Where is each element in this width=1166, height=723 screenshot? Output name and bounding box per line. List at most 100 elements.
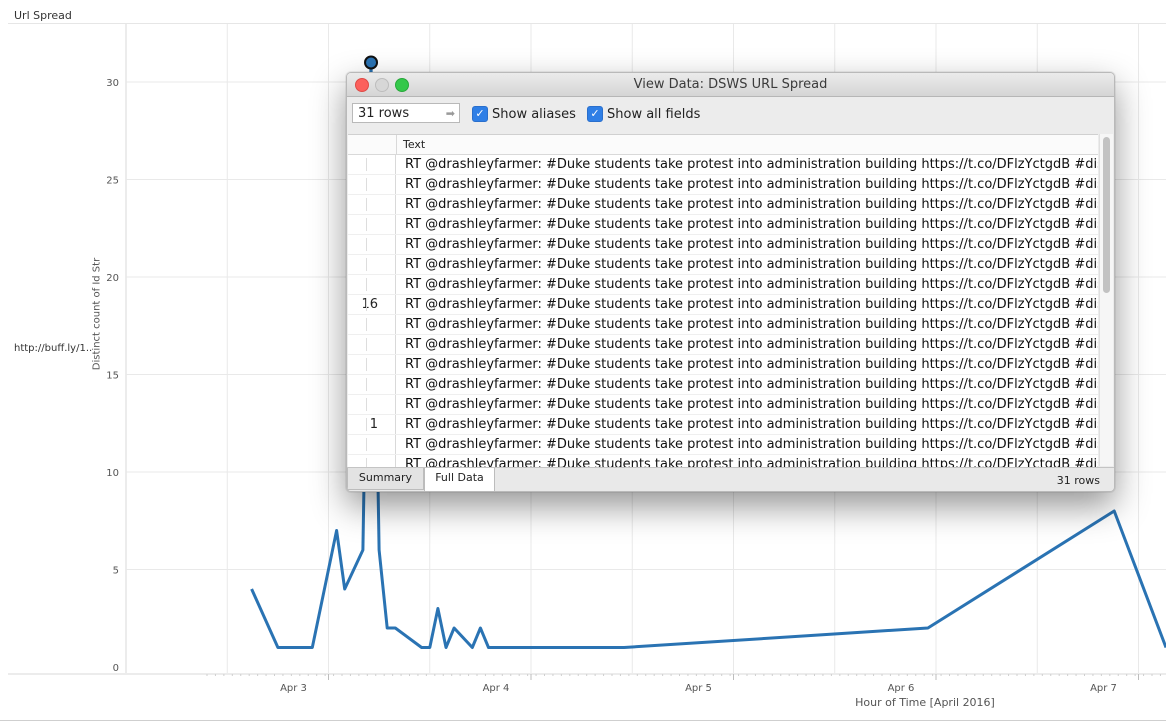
data-point[interactable]: [393, 626, 397, 630]
table-row[interactable]: RT @drashleyfarmer: #Duke students take …: [348, 375, 1098, 395]
data-table[interactable]: Text RT @drashleyfarmer: #Duke students …: [348, 134, 1098, 467]
text-cell: RT @drashleyfarmer: #Duke students take …: [405, 377, 1098, 392]
data-point[interactable]: [486, 646, 490, 650]
arrow-right-icon[interactable]: ➡: [446, 104, 455, 124]
table-header: Text: [348, 135, 1098, 155]
text-cell: RT @drashleyfarmer: #Duke students take …: [405, 437, 1098, 452]
show-all-fields-checkbox[interactable]: ✓ Show all fields: [587, 105, 700, 123]
table-body: RT @drashleyfarmer: #Duke students take …: [348, 155, 1098, 467]
data-point[interactable]: [622, 646, 626, 650]
row-number-cell: 16: [348, 295, 396, 314]
data-point[interactable]: [377, 548, 381, 552]
data-point[interactable]: [343, 587, 347, 591]
vertical-scrollbar-thumb[interactable]: [1103, 137, 1110, 293]
row-number-cell: [348, 335, 396, 354]
table-row[interactable]: RT @drashleyfarmer: #Duke students take …: [348, 195, 1098, 215]
checkmark-icon[interactable]: ✓: [472, 106, 488, 122]
x-tick-label: Apr 5: [685, 683, 712, 694]
tab-summary[interactable]: Summary: [347, 468, 424, 490]
row-number-cell: [348, 275, 396, 294]
table-row[interactable]: RT @drashleyfarmer: #Duke students take …: [348, 215, 1098, 235]
table-row[interactable]: RT @drashleyfarmer: #Duke students take …: [348, 315, 1098, 335]
data-point[interactable]: [428, 646, 432, 650]
rows-count-field[interactable]: 31 rows ➡: [352, 103, 460, 123]
bottom-divider: [0, 720, 1166, 721]
row-number-cell: [348, 255, 396, 274]
data-point[interactable]: [385, 626, 389, 630]
row-number-cell: [348, 195, 396, 214]
y-tick-label: 0: [113, 663, 119, 674]
data-point[interactable]: [452, 626, 456, 630]
data-point[interactable]: [1112, 509, 1116, 513]
dialog-toolbar: 31 rows ➡ ✓ Show aliases ✓ Show all fiel…: [347, 97, 1114, 135]
table-row[interactable]: RT @drashleyfarmer: #Duke students take …: [348, 275, 1098, 295]
data-point[interactable]: [335, 529, 339, 533]
dialog-footer: Summary Full Data 31 rows: [347, 467, 1114, 491]
table-row[interactable]: 16 RT @drashleyfarmer: #Duke students tak…: [348, 295, 1098, 315]
data-point[interactable]: [470, 646, 474, 650]
y-tick-label: 10: [106, 468, 119, 479]
row-number-cell: [348, 375, 396, 394]
show-all-fields-label: Show all fields: [607, 106, 701, 122]
text-cell: RT @drashleyfarmer: #Duke students take …: [405, 157, 1098, 172]
row-number-cell: [348, 395, 396, 414]
table-row[interactable]: RT @drashleyfarmer: #Duke students take …: [348, 435, 1098, 455]
y-tick-label: 5: [113, 566, 119, 577]
table-row[interactable]: RT @drashleyfarmer: #Duke students take …: [348, 235, 1098, 255]
text-cell: RT @drashleyfarmer: #Duke students take …: [405, 277, 1098, 292]
data-point[interactable]: [436, 607, 440, 611]
table-row[interactable]: RT @drashleyfarmer: #Duke students take …: [348, 155, 1098, 175]
view-data-dialog[interactable]: View Data: DSWS URL Spread 31 rows ➡ ✓ S…: [346, 72, 1115, 492]
column-header-text[interactable]: Text: [403, 138, 425, 151]
text-cell: RT @drashleyfarmer: #Duke students take …: [405, 457, 1098, 467]
row-number-header: [348, 135, 397, 154]
table-row[interactable]: RT @drashleyfarmer: #Duke students take …: [348, 355, 1098, 375]
table-row[interactable]: RT @drashleyfarmer: #Duke students take …: [348, 335, 1098, 355]
text-cell: RT @drashleyfarmer: #Duke students take …: [405, 297, 1098, 312]
footer-row-count: 31 rows: [1056, 474, 1100, 487]
vertical-scrollbar[interactable]: [1099, 134, 1113, 466]
data-point[interactable]: [478, 626, 482, 630]
row-number-cell: [348, 155, 396, 174]
data-point[interactable]: [926, 626, 930, 630]
x-tick-label: Apr 6: [888, 683, 915, 694]
data-point[interactable]: [276, 646, 280, 650]
data-point[interactable]: [310, 646, 314, 650]
row-number-cell: [348, 455, 396, 467]
table-row[interactable]: RT @drashleyfarmer: #Duke students take …: [348, 395, 1098, 415]
data-point[interactable]: [250, 587, 254, 591]
row-number-cell: [348, 175, 396, 194]
table-row[interactable]: RT @drashleyfarmer: #Duke students take …: [348, 255, 1098, 275]
y-tick-label: 20: [106, 273, 119, 284]
row-number-cell: 1: [348, 415, 396, 434]
text-cell: RT @drashleyfarmer: #Duke students take …: [405, 237, 1098, 252]
text-cell: RT @drashleyfarmer: #Duke students take …: [405, 397, 1098, 412]
y-tick-label: 30: [106, 78, 119, 89]
highlighted-data-point[interactable]: [364, 55, 379, 70]
rows-count-value: 31 rows: [358, 106, 410, 121]
text-cell: RT @drashleyfarmer: #Duke students take …: [405, 257, 1098, 272]
text-cell: RT @drashleyfarmer: #Duke students take …: [405, 217, 1098, 232]
show-aliases-checkbox[interactable]: ✓ Show aliases: [472, 105, 576, 123]
y-tick-label: 15: [106, 371, 119, 382]
row-number-cell: [348, 235, 396, 254]
text-cell: RT @drashleyfarmer: #Duke students take …: [405, 177, 1098, 192]
y-tick-label: 25: [106, 176, 119, 187]
x-tick-label: Apr 4: [483, 683, 510, 694]
text-cell: RT @drashleyfarmer: #Duke students take …: [405, 357, 1098, 372]
table-row[interactable]: 1 RT @drashleyfarmer: #Duke students take…: [348, 415, 1098, 435]
y-axis-title-text: Distinct count of Id Str: [91, 257, 103, 371]
tab-full-data[interactable]: Full Data: [424, 468, 495, 491]
data-point[interactable]: [420, 646, 424, 650]
data-point[interactable]: [444, 646, 448, 650]
checkmark-icon[interactable]: ✓: [587, 106, 603, 122]
data-point[interactable]: [361, 548, 365, 552]
table-row[interactable]: RT @drashleyfarmer: #Duke students take …: [348, 455, 1098, 467]
text-cell: RT @drashleyfarmer: #Duke students take …: [405, 197, 1098, 212]
row-number-cell: [348, 355, 396, 374]
dialog-titlebar[interactable]: View Data: DSWS URL Spread: [347, 73, 1114, 97]
text-cell: RT @drashleyfarmer: #Duke students take …: [405, 417, 1098, 432]
text-cell: RT @drashleyfarmer: #Duke students take …: [405, 317, 1098, 332]
table-row[interactable]: RT @drashleyfarmer: #Duke students take …: [348, 175, 1098, 195]
row-number-cell: [348, 215, 396, 234]
